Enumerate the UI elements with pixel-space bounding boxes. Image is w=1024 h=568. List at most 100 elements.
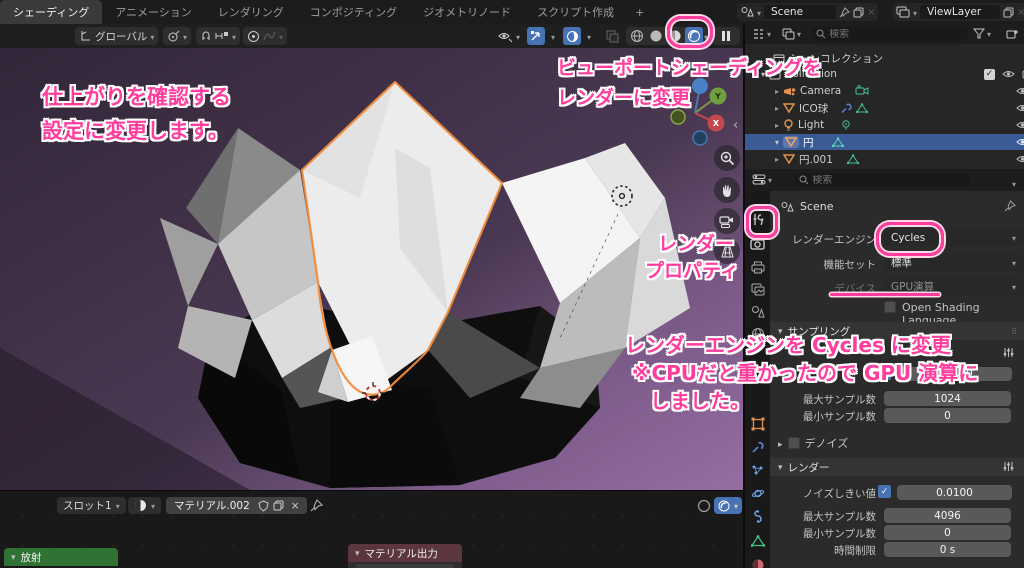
panel-options-icon[interactable] — [1003, 347, 1014, 358]
proportional-edit-controls[interactable] — [243, 27, 288, 45]
viewlayer-selector[interactable]: ViewLayer × — [893, 3, 1024, 21]
panel-options-icon[interactable] — [1003, 461, 1014, 472]
transform-orientation-dropdown[interactable]: グローバル — [75, 27, 159, 45]
expand-icon[interactable] — [775, 119, 779, 131]
printer-icon — [751, 261, 764, 274]
shading-sphere-toggle[interactable] — [714, 497, 743, 514]
xray-toggle-group[interactable] — [563, 27, 594, 45]
funnel-icon — [973, 28, 985, 39]
tab-particle-properties[interactable] — [749, 462, 766, 479]
fake-user-shield-icon[interactable] — [258, 499, 269, 512]
noise-threshold-field[interactable]: 0.0100 — [897, 485, 1012, 500]
expand-icon — [778, 437, 783, 450]
scene-icon — [781, 201, 794, 211]
tab-geometry-nodes[interactable]: ジオメトリノード — [410, 0, 524, 24]
outliner-row-circle-001[interactable]: 円.001 — [745, 151, 1024, 167]
emission-node[interactable]: 放射 — [4, 548, 118, 566]
zoom-button[interactable] — [714, 145, 740, 171]
tab-shading[interactable]: シェーディング — [0, 0, 103, 24]
eye-icon[interactable] — [1016, 154, 1024, 164]
tab-physics-properties[interactable] — [749, 485, 766, 502]
tab-compositing[interactable]: コンポジティング — [297, 0, 410, 24]
eye-icon[interactable] — [1016, 103, 1024, 113]
outliner-search-input[interactable] — [829, 28, 964, 40]
add-workspace-button[interactable]: + — [627, 0, 652, 24]
tab-scripting[interactable]: スクリプト作成 — [524, 0, 627, 24]
outliner-filter-mode[interactable] — [782, 27, 801, 40]
material-name[interactable]: マテリアル.002 — [170, 498, 254, 513]
display-mode-dropdown[interactable] — [752, 27, 771, 40]
unlink-material-button[interactable]: × — [288, 500, 303, 512]
tab-viewlayer-properties[interactable] — [749, 281, 766, 298]
shader-editor[interactable]: スロット1 マテリアル.002 × 放射 マテリアル出力 — [0, 490, 745, 568]
feature-set-dropdown[interactable]: 標準 — [884, 254, 1023, 271]
sidebar-collapse-icon[interactable]: ‹ — [733, 118, 738, 133]
eye-icon[interactable] — [1016, 137, 1024, 147]
wrench-icon — [751, 441, 764, 453]
toggle-xray-button[interactable] — [603, 27, 621, 45]
properties-search[interactable] — [795, 173, 971, 187]
compositor-circle-icon[interactable] — [697, 499, 711, 513]
overlays-icon — [531, 31, 540, 41]
tab-animation[interactable]: アニメーション — [102, 0, 205, 24]
material-sphere-icon — [135, 500, 146, 511]
viewlayer-name[interactable]: ViewLayer — [920, 5, 1001, 19]
expand-icon[interactable] — [775, 136, 779, 148]
time-limit-field[interactable]: 0 s — [884, 542, 1011, 557]
eye-icon[interactable] — [1016, 120, 1024, 130]
expand-icon[interactable] — [775, 153, 779, 165]
outliner-search[interactable] — [812, 27, 968, 41]
pin-icon[interactable] — [839, 6, 850, 18]
pause-render-button[interactable] — [712, 27, 740, 45]
render-max-samples-field[interactable]: 4096 — [884, 508, 1011, 523]
copy-icon[interactable] — [853, 7, 864, 18]
pan-button[interactable] — [714, 177, 740, 203]
material-browse-dropdown[interactable] — [128, 497, 162, 514]
snapping-controls[interactable] — [196, 27, 241, 45]
eye-icon[interactable] — [1002, 69, 1015, 79]
render-min-samples-field[interactable]: 0 — [884, 525, 1011, 540]
copy-icon[interactable] — [1003, 7, 1014, 18]
tab-output-properties[interactable] — [749, 259, 766, 276]
chevron-down-icon[interactable] — [1012, 177, 1016, 190]
tab-object-properties[interactable] — [749, 415, 766, 432]
collection-checkbox[interactable] — [984, 68, 995, 80]
scene-selector[interactable]: Scene × — [737, 3, 879, 21]
properties-search-input[interactable] — [812, 174, 967, 186]
collapse-icon — [355, 547, 360, 559]
tab-rendering[interactable]: レンダリング — [205, 0, 297, 24]
filter-dropdown[interactable] — [973, 27, 991, 40]
outliner-row-light[interactable]: Light — [745, 117, 1024, 133]
collapse-icon — [11, 551, 16, 563]
tab-constraint-properties[interactable] — [749, 508, 766, 525]
blender-window: シェーディング アニメーション レンダリング コンポジティング ジオメトリノード… — [0, 0, 1024, 568]
pin-icon[interactable] — [310, 499, 323, 512]
material-slot-dropdown[interactable]: スロット1 — [57, 497, 126, 514]
scene-name[interactable]: Scene — [764, 5, 837, 19]
denoise-row[interactable]: デノイズ — [778, 435, 848, 451]
unlink-icon: × — [867, 6, 876, 18]
outliner-row-circle[interactable]: 円 — [745, 134, 1024, 150]
show-overlays-toggle[interactable] — [527, 27, 558, 45]
render-section-header[interactable]: レンダー — [770, 458, 1024, 476]
tab-modifier-properties[interactable] — [749, 439, 766, 456]
shading-solid-button[interactable] — [647, 27, 665, 45]
eye-icon[interactable] — [1016, 86, 1024, 96]
show-gizmo-toggle[interactable] — [494, 27, 524, 45]
tab-material-properties[interactable] — [749, 556, 766, 568]
pivot-point-dropdown[interactable] — [163, 27, 192, 45]
new-collection-icon[interactable] — [1006, 28, 1019, 40]
tab-scene-properties[interactable] — [749, 303, 766, 320]
chevron-down-icon — [587, 30, 591, 43]
pin-icon[interactable] — [1004, 200, 1016, 212]
material-output-node-header[interactable]: マテリアル出力 — [348, 544, 462, 562]
solid-sphere-icon — [650, 30, 662, 42]
properties-editor-type[interactable] — [752, 173, 772, 186]
noise-threshold-checkbox[interactable] — [878, 485, 891, 498]
osl-checkbox[interactable] — [884, 301, 896, 313]
shading-wireframe-button[interactable] — [628, 27, 646, 45]
light-data-icon — [842, 120, 850, 130]
copy-icon[interactable] — [273, 500, 284, 511]
denoise-checkbox[interactable] — [787, 437, 800, 449]
tab-data-properties[interactable] — [749, 532, 766, 549]
